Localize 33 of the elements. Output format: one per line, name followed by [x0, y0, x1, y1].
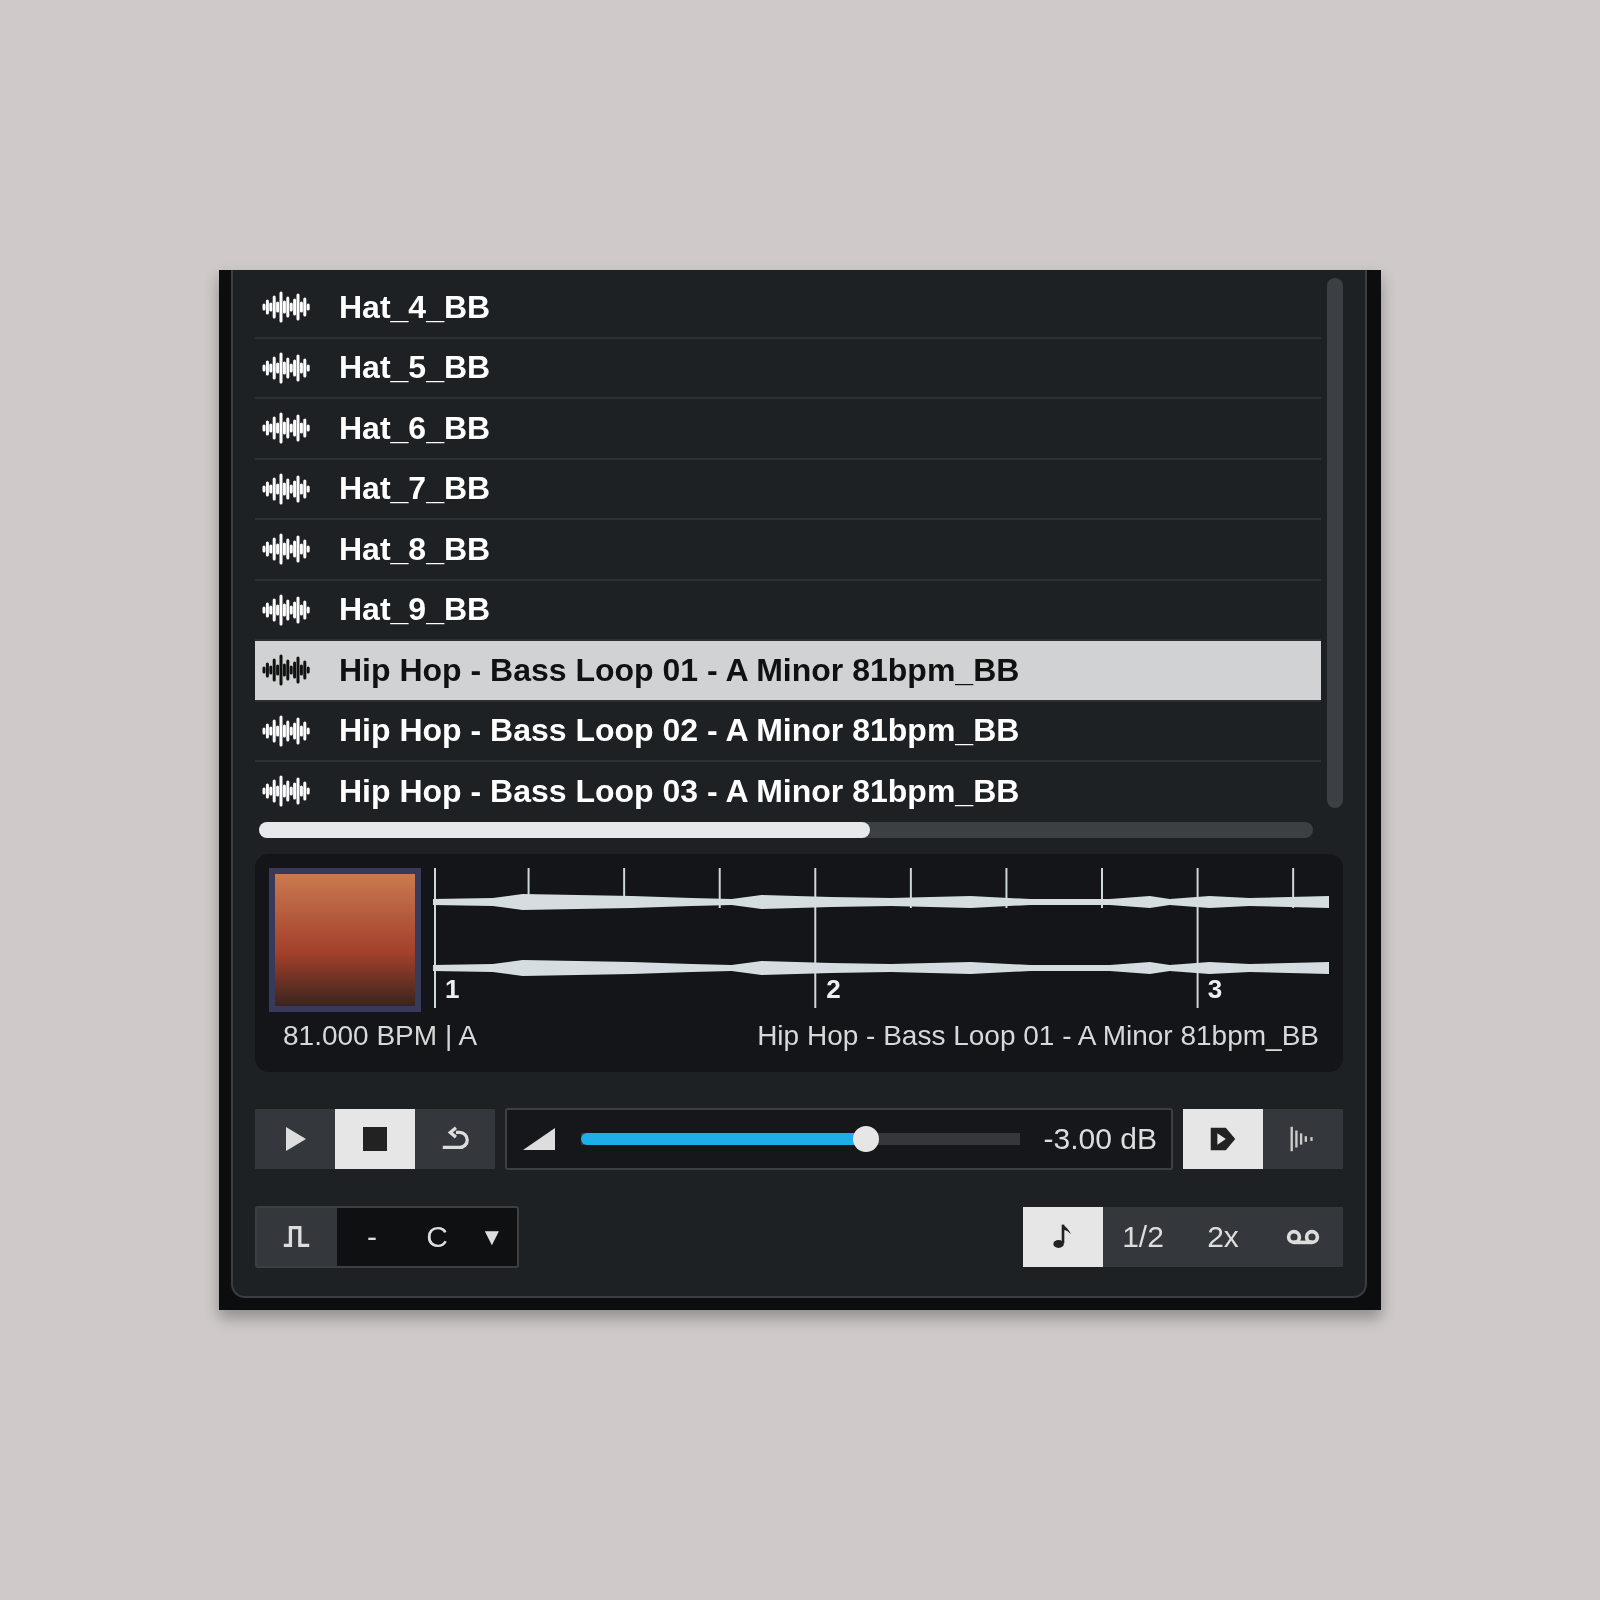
volume-ramp-icon: [521, 1126, 557, 1152]
horizontal-scrollbar[interactable]: [259, 822, 1313, 838]
file-name: Hip Hop - Bass Loop 01 - A Minor 81bpm_BB: [339, 651, 1020, 689]
file-name: Hat_5_BB: [339, 349, 491, 387]
bar-number: 3: [1207, 974, 1223, 1005]
speed-button[interactable]: [1023, 1207, 1103, 1267]
file-name: Hip Hop - Bass Loop 02 - A Minor 81bpm_BB: [339, 712, 1020, 750]
caret-icon[interactable]: ▼: [467, 1223, 517, 1251]
file-row[interactable]: Hat_7_BB: [255, 459, 1321, 520]
file-name: Hip Hop - Bass Loop 03 - A Minor 81bpm_BB: [339, 772, 1020, 810]
tempo-key-label: 81.000 BPM | A: [283, 1020, 478, 1052]
autoplay-button[interactable]: [1183, 1109, 1263, 1169]
vertical-scrollbar[interactable]: [1327, 278, 1343, 808]
pulse-button[interactable]: [257, 1208, 337, 1266]
file-name: Hat_6_BB: [339, 409, 491, 447]
file-row[interactable]: Hip Hop - Bass Loop 02 - A Minor 81bpm_BB: [255, 701, 1321, 762]
file-row[interactable]: Hat_5_BB: [255, 338, 1321, 399]
file-row[interactable]: Hat_6_BB: [255, 399, 1321, 460]
file-name: Hat_7_BB: [339, 470, 491, 508]
bar-number: 1: [444, 974, 460, 1005]
file-name: Hat_8_BB: [339, 530, 491, 568]
file-row[interactable]: Hat_4_BB: [255, 278, 1321, 339]
file-name: Hat_4_BB: [339, 288, 491, 326]
file-row[interactable]: Hat_8_BB: [255, 520, 1321, 581]
bar-number: 2: [826, 974, 841, 1005]
preview-file-name: Hip Hop - Bass Loop 01 - A Minor 81bpm_BB: [757, 1020, 1319, 1052]
pitch-field[interactable]: - C ▼: [255, 1206, 519, 1268]
file-name: Hat_9_BB: [339, 591, 491, 629]
key-value: C: [425, 1220, 449, 1254]
file-row[interactable]: Hip Hop - Bass Loop 01 - A Minor 81bpm_BB: [255, 641, 1321, 702]
pitch-value: -: [366, 1220, 378, 1254]
volume-reading: -3.00 dB: [1043, 1122, 1157, 1156]
stop-button[interactable]: [335, 1109, 415, 1169]
